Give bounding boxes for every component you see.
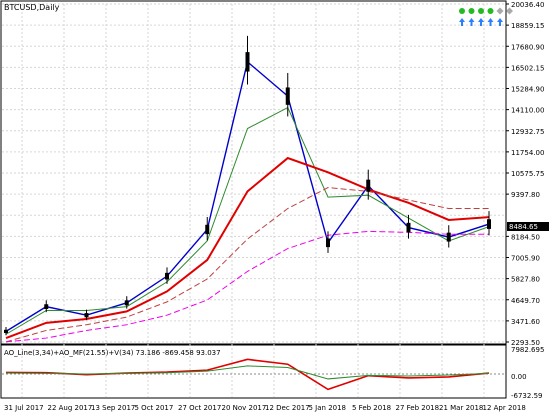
candle-body <box>124 300 129 306</box>
price-tick-label: 8184.50 <box>511 233 540 241</box>
candle-body <box>326 238 330 248</box>
price-tick-label: 9397.80 <box>511 191 540 199</box>
price-tick-label: 16502.15 <box>511 64 544 72</box>
time-tick-label: 20 Nov 2017 <box>222 404 267 412</box>
candle-body <box>245 52 250 72</box>
price-tick-label: 14110.00 <box>511 107 544 115</box>
candle-body <box>44 304 49 310</box>
time-tick-label: 5 Jan 2018 <box>309 404 347 412</box>
indicator-tick-label: -6732.59 <box>511 392 542 400</box>
candle-body <box>487 219 491 229</box>
signal-green-dot <box>478 8 484 14</box>
signal-green-dot <box>459 8 465 14</box>
price-tick-label: 17680.90 <box>511 43 544 51</box>
candle-body <box>4 329 8 334</box>
trading-chart[interactable]: 20036.40 18859.15 17680.90 16502.15 15284.90… <box>0 0 550 413</box>
signal-green-dot <box>487 8 494 14</box>
price-tick-label: 4649.70 <box>511 297 540 305</box>
current-price-label: 8484.65 <box>509 223 538 231</box>
candle-body <box>406 222 411 233</box>
price-tick-label: 15284.90 <box>511 86 544 94</box>
time-tick-label: 27 Oct 2017 <box>178 404 221 412</box>
indicator-tick-label: 0.00 <box>511 373 527 381</box>
time-tick-label: 12 Dec 2017 <box>265 404 310 412</box>
candle-body <box>165 272 169 280</box>
indicator-label: AO_Line(3,34)+AO_MF(21.55)+V(34) 73.186 … <box>4 349 221 357</box>
time-tick-label: 21 Mar 2018 <box>439 404 483 412</box>
time-tick-label: 22 Aug 2017 <box>48 404 93 412</box>
price-tick-label: 11754.00 <box>511 149 544 157</box>
price-tick-label: 20036.40 <box>511 1 544 9</box>
signal-green-dot <box>468 8 475 14</box>
candle-body <box>285 87 290 105</box>
time-tick-label: 5 Feb 2018 <box>352 404 391 412</box>
price-tick-label: 18859.15 <box>511 22 544 30</box>
price-tick-label: 10575.75 <box>511 170 544 178</box>
candle-body <box>446 232 451 242</box>
price-tick-label: 12932.75 <box>511 128 544 136</box>
time-tick-label: 27 Feb 2018 <box>396 404 440 412</box>
chart-title: BTCUSD,Daily <box>4 3 60 12</box>
price-tick-label: 7005.90 <box>511 255 540 263</box>
time-tick-label: 12 Apr 2018 <box>483 404 526 412</box>
time-axis: 31 Jul 2017 22 Aug 201713 Sep 2017 5 Oct 2… <box>4 404 526 412</box>
price-tick-label: 3471.60 <box>511 318 540 326</box>
candle-body <box>84 313 89 318</box>
time-tick-label: 5 Oct 2017 <box>135 404 174 412</box>
time-tick-label: 31 Jul 2017 <box>4 404 44 412</box>
candle-body <box>205 224 210 235</box>
indicator-tick-label: 7982.695 <box>511 346 544 354</box>
price-tick-label: 5827.80 <box>511 276 540 284</box>
time-tick-label: 13 Sep 2017 <box>91 404 135 412</box>
candle-body <box>366 179 371 192</box>
